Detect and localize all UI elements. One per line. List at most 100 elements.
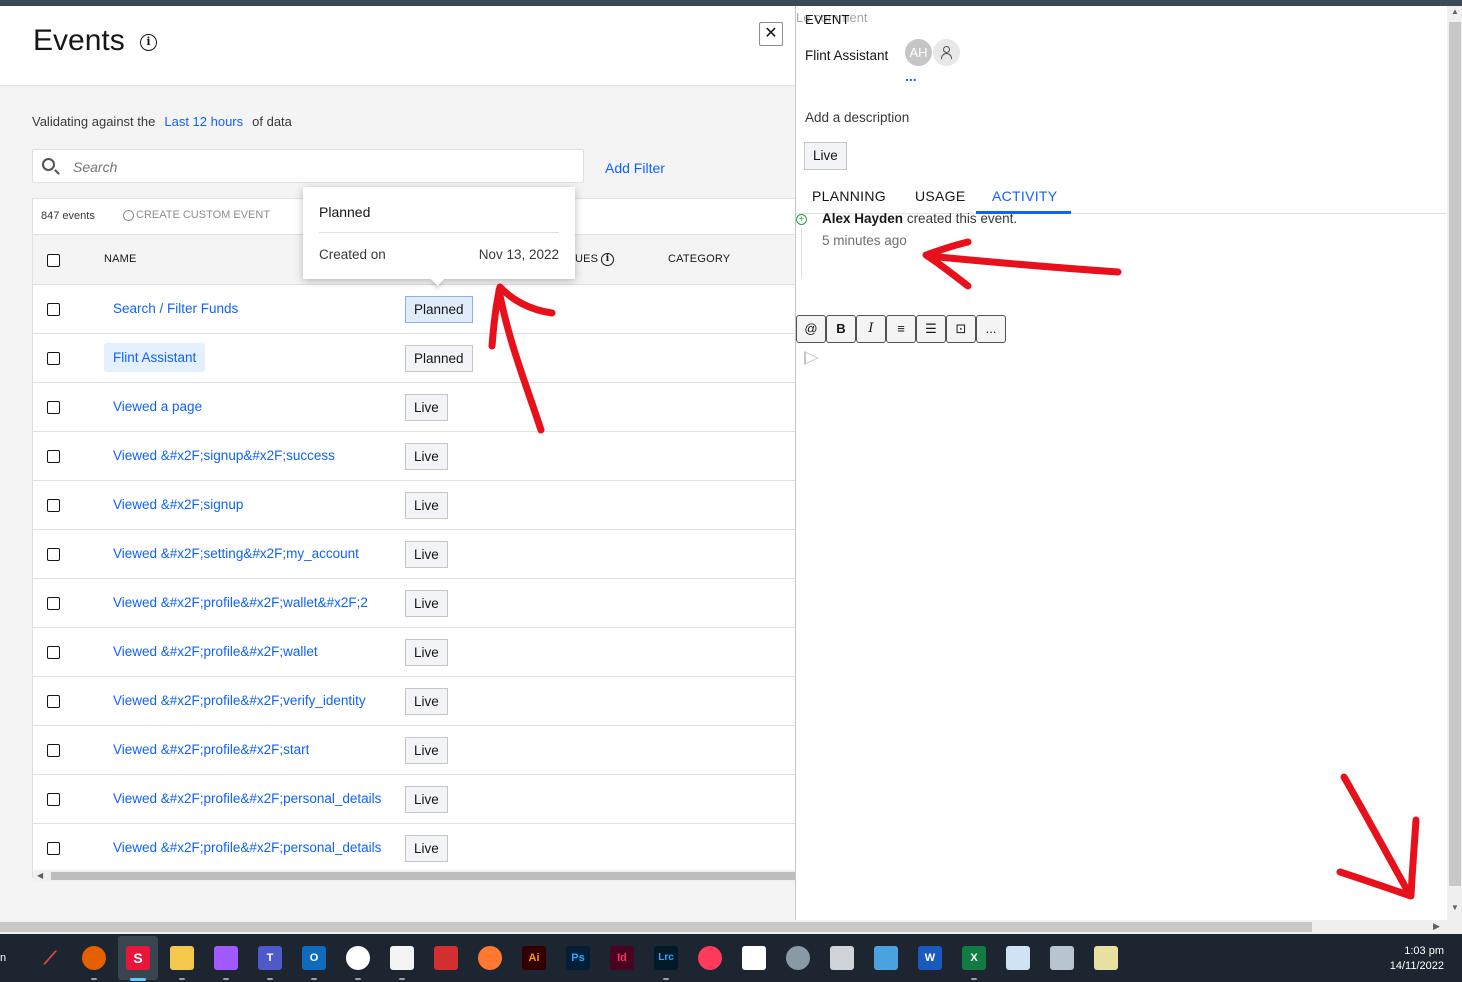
chart-app-icon[interactable] — [1094, 946, 1118, 970]
snipping-tool-icon[interactable] — [390, 946, 414, 970]
indesign-icon[interactable]: Id — [610, 946, 634, 970]
close-button[interactable]: ✕ — [759, 22, 783, 46]
row-checkbox[interactable] — [47, 548, 60, 561]
creative-cloud-icon[interactable] — [698, 946, 722, 970]
scrollbar-thumb[interactable] — [51, 872, 796, 880]
code-block-icon[interactable]: ⊡ — [946, 315, 976, 343]
status-tag[interactable]: Live — [804, 142, 847, 170]
outlook-icon[interactable]: O — [302, 946, 326, 970]
more-owners-button[interactable]: ... — [905, 68, 917, 84]
user-icon[interactable] — [933, 39, 960, 66]
info-icon[interactable]: i — [601, 253, 614, 266]
app-s-icon[interactable]: S — [126, 946, 150, 970]
table-horizontal-scrollbar[interactable]: ◀ — [33, 870, 796, 882]
status-tag[interactable]: Live — [405, 835, 448, 862]
status-tag[interactable]: Planned — [405, 345, 473, 372]
notepad-icon[interactable] — [874, 946, 898, 970]
event-name-link[interactable]: Viewed &#x2F;profile&#x2F;start — [113, 742, 309, 757]
event-name-link[interactable]: Flint Assistant — [104, 343, 206, 372]
status-tag[interactable]: Live — [405, 492, 448, 519]
excel-icon[interactable]: X — [962, 946, 986, 970]
send-icon[interactable] — [804, 351, 819, 365]
table-row[interactable]: Viewed &#x2F;profile&#x2F;personal_detai… — [33, 775, 796, 824]
settings-gear-icon[interactable] — [786, 946, 810, 970]
event-name-link[interactable]: Search / Filter Funds — [113, 301, 238, 316]
file-explorer-icon[interactable] — [170, 946, 194, 970]
acrobat-icon[interactable] — [434, 946, 458, 970]
table-row[interactable]: Viewed &#x2F;setting&#x2F;my_account Liv… — [33, 530, 796, 579]
tab-usage[interactable]: USAGE — [915, 188, 966, 204]
slack-icon[interactable] — [346, 946, 370, 970]
info-icon[interactable]: i — [140, 34, 157, 51]
app-launcher-icon[interactable]: ⟋ — [38, 946, 62, 970]
status-tag[interactable]: Live — [405, 688, 448, 715]
status-tag[interactable]: Live — [405, 443, 448, 470]
create-custom-event-button[interactable]: CREATE CUSTOM EVENT — [123, 209, 270, 221]
scroll-left-arrow-icon[interactable]: ◀ — [37, 871, 43, 880]
table-row[interactable]: Viewed &#x2F;profile&#x2F;personal_detai… — [33, 824, 796, 873]
event-name-link[interactable]: Viewed &#x2F;signup&#x2F;success — [113, 448, 335, 463]
event-name-link[interactable]: Viewed &#x2F;profile&#x2F;verify_identit… — [113, 693, 366, 708]
status-tag[interactable]: Live — [405, 786, 448, 813]
row-checkbox[interactable] — [47, 303, 60, 316]
column-header-name[interactable]: NAME — [104, 253, 137, 265]
table-row[interactable]: Viewed &#x2F;signup Live — [33, 481, 796, 530]
more-formatting-button[interactable]: ... — [976, 315, 1006, 343]
row-checkbox[interactable] — [47, 450, 60, 463]
event-name-link[interactable]: Viewed a page — [113, 399, 202, 414]
status-tag[interactable]: Live — [405, 737, 448, 764]
table-row[interactable]: Viewed &#x2F;profile&#x2F;wallet&#x2F;2 … — [33, 579, 796, 628]
row-checkbox[interactable] — [47, 842, 60, 855]
row-checkbox[interactable] — [47, 646, 60, 659]
lightroom-classic-icon[interactable]: Lrc — [654, 946, 678, 970]
table-row[interactable]: Viewed a page Live — [33, 383, 796, 432]
utility-app-icon[interactable] — [1050, 946, 1074, 970]
table-row[interactable]: Viewed &#x2F;profile&#x2F;wallet Live — [33, 628, 796, 677]
event-name-link[interactable]: Viewed &#x2F;setting&#x2F;my_account — [113, 546, 359, 561]
app-frame-icon[interactable] — [742, 946, 766, 970]
figma-icon[interactable] — [214, 946, 238, 970]
window-horizontal-scrollbar[interactable]: ▶ — [0, 920, 1462, 934]
calculator-icon[interactable] — [830, 946, 854, 970]
avatar[interactable]: AH — [905, 39, 932, 66]
bullet-list-icon[interactable]: ☰ — [916, 315, 946, 343]
panel-vertical-scrollbar[interactable]: ▲ ▼ — [1447, 6, 1462, 920]
illustrator-icon[interactable]: Ai — [522, 946, 546, 970]
numbered-list-icon[interactable]: ≡ — [886, 315, 916, 343]
mention-button[interactable]: @ — [796, 315, 826, 343]
table-row[interactable]: Viewed &#x2F;signup&#x2F;success Live — [33, 432, 796, 481]
event-name-link[interactable]: Viewed &#x2F;profile&#x2F;wallet — [113, 644, 318, 659]
event-name-link[interactable]: Viewed &#x2F;signup — [113, 497, 243, 512]
table-row[interactable]: Search / Filter Funds Planned — [33, 285, 796, 334]
event-name-link[interactable]: Viewed &#x2F;profile&#x2F;personal_detai… — [113, 840, 381, 855]
scroll-right-arrow-icon[interactable]: ▶ — [1433, 921, 1440, 932]
row-checkbox[interactable] — [47, 793, 60, 806]
taskbar-clock[interactable]: 1:03 pm 14/11/2022 — [1378, 944, 1444, 974]
select-all-checkbox[interactable] — [47, 254, 60, 267]
status-tag[interactable]: Live — [405, 639, 448, 666]
search-input[interactable] — [73, 157, 553, 177]
scrollbar-thumb[interactable] — [1449, 22, 1461, 886]
performance-monitor-icon[interactable] — [1006, 946, 1030, 970]
table-row[interactable]: Flint Assistant Planned — [33, 334, 796, 383]
event-name[interactable]: Flint Assistant — [805, 48, 888, 63]
firefox-icon[interactable] — [82, 946, 106, 970]
pencil-app-icon[interactable] — [478, 946, 502, 970]
column-header-values[interactable]: UES — [575, 253, 598, 265]
teams-icon[interactable]: T — [258, 946, 282, 970]
table-row[interactable]: Viewed &#x2F;profile&#x2F;verify_identit… — [33, 677, 796, 726]
row-checkbox[interactable] — [47, 499, 60, 512]
add-description-field[interactable]: Add a description — [805, 110, 909, 125]
scroll-down-arrow-icon[interactable]: ▼ — [1451, 903, 1459, 912]
time-range-link[interactable]: Last 12 hours — [164, 114, 243, 129]
row-checkbox[interactable] — [47, 744, 60, 757]
row-checkbox[interactable] — [47, 401, 60, 414]
status-tag[interactable]: Live — [405, 394, 448, 421]
word-icon[interactable]: W — [918, 946, 942, 970]
tab-activity[interactable]: ACTIVITY — [992, 188, 1057, 204]
event-name-link[interactable]: Viewed &#x2F;profile&#x2F;wallet&#x2F;2 — [113, 595, 368, 610]
column-header-category[interactable]: CATEGORY — [668, 253, 730, 265]
status-tag[interactable]: Planned — [405, 296, 473, 323]
status-tag[interactable]: Live — [405, 541, 448, 568]
row-checkbox[interactable] — [47, 695, 60, 708]
